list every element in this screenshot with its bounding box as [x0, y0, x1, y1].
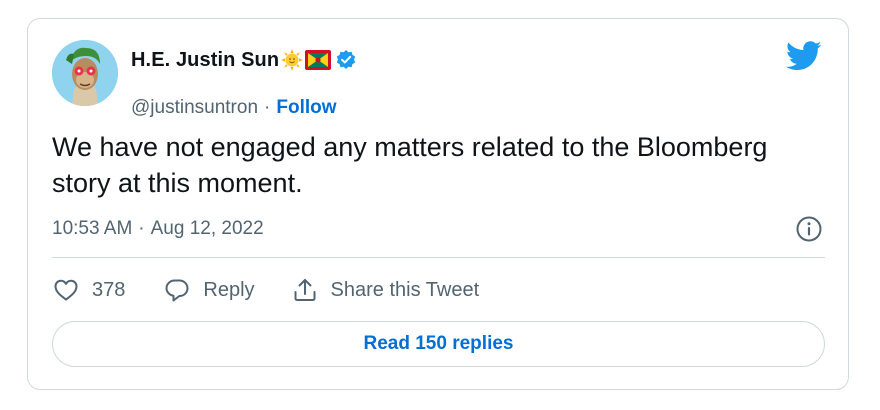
grenada-flag-icon — [305, 50, 332, 70]
tweet-text: We have not engaged any matters related … — [52, 132, 768, 198]
speech-bubble-icon — [165, 279, 189, 302]
share-button[interactable]: Share this Tweet — [291, 276, 480, 304]
share-label: Share this Tweet — [330, 278, 480, 301]
info-icon[interactable] — [795, 215, 823, 243]
follow-button[interactable]: Follow — [276, 97, 336, 119]
timestamp-separator: · — [138, 218, 145, 239]
sun-emoji-icon — [281, 49, 304, 71]
author-name-row[interactable]: H.E. Justin Sun — [131, 48, 357, 72]
share-upload-icon — [294, 279, 316, 301]
like-button[interactable]: 378 — [52, 276, 125, 304]
reply-button[interactable]: Reply — [163, 276, 255, 304]
handle-separator: · — [264, 97, 271, 118]
tweet-timestamp[interactable]: 10:53 AM · Aug 12, 2022 — [52, 217, 264, 241]
tweet-time[interactable]: 10:53 AM — [52, 218, 132, 240]
like-count: 378 — [92, 278, 126, 301]
twitter-bird-icon[interactable] — [786, 41, 822, 71]
author-handle-row: @justinsuntron · Follow — [131, 97, 337, 119]
verified-badge-icon — [336, 50, 356, 69]
avatar[interactable] — [52, 40, 118, 106]
divider — [52, 257, 825, 258]
avatar-ape-image — [52, 40, 118, 106]
embedded-tweet-card: H.E. Justin Sun @justinsuntron · Follow … — [27, 18, 849, 390]
author-display-name[interactable]: H.E. Justin Sun — [131, 49, 279, 72]
read-replies-button[interactable]: Read 150 replies — [52, 321, 825, 367]
author-handle[interactable]: @justinsuntron — [131, 97, 258, 119]
tweet-date[interactable]: Aug 12, 2022 — [151, 218, 264, 240]
reply-label: Reply — [203, 278, 255, 301]
heart-icon — [54, 279, 78, 301]
tweet-actions: 378 Reply Share this Tweet — [52, 274, 479, 306]
